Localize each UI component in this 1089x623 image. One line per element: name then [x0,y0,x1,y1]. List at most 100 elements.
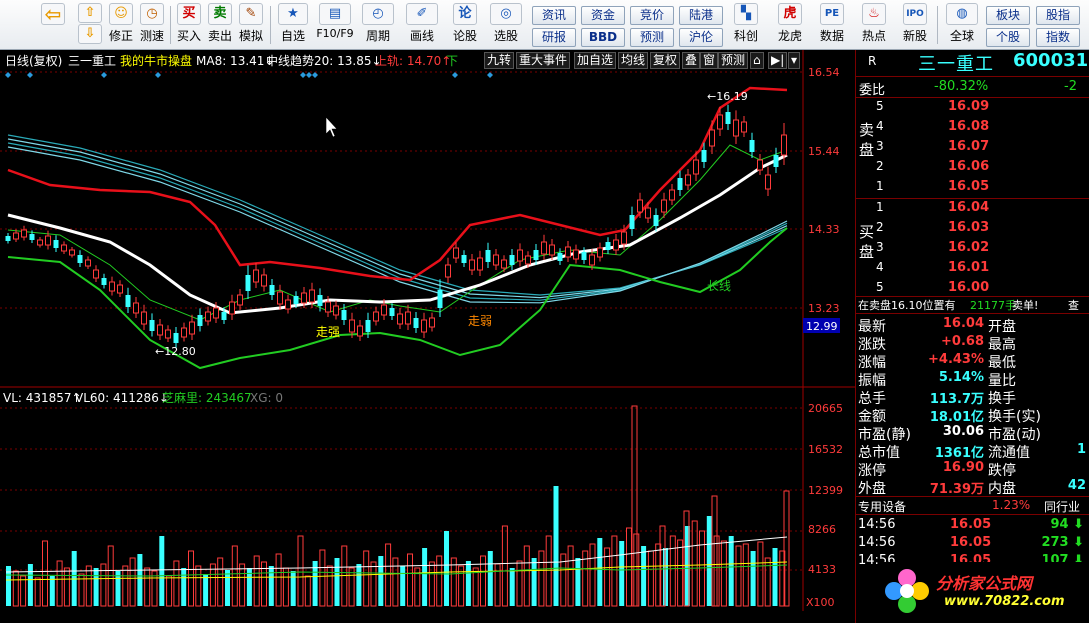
buy-price[interactable]: 16.02 [948,240,989,255]
tab-add-favorite[interactable]: 加自选 [574,52,617,69]
vl60-label: VL60: 411286↓ [75,391,169,405]
discuss-button[interactable]: 论 论股 [450,3,480,48]
news-button[interactable]: 资讯 [532,6,576,25]
favorites-button[interactable]: ★ 自选 [276,3,310,48]
toolbar-divider [170,6,171,44]
research-button[interactable]: 研报 [532,28,576,47]
stat-value: 18.01亿 [929,410,984,425]
hotspot-button[interactable]: ♨ 热点 [859,3,889,48]
play-end-icon[interactable]: ▶| [768,52,788,69]
candle-body-up [237,294,243,306]
tab-adjust[interactable]: 复权 [650,52,681,69]
dragon-tiger-button[interactable]: 虎 龙虎 [775,3,805,48]
index-futures-button[interactable]: 股指 [1036,6,1080,25]
dropdown-icon[interactable]: ▾ [788,52,801,69]
candle-body-up [21,229,27,238]
bbd-button[interactable]: BBD [581,28,625,47]
tab-nine-turn[interactable]: 九转 [484,52,515,69]
volume-bar-down [203,574,209,606]
candle-body-up [261,274,267,287]
volume-bar-up [677,539,684,607]
weibi-value: -80.32% [934,79,989,94]
buy-price[interactable]: 16.03 [948,220,989,235]
volume-bar-down [93,568,99,606]
f10-label: F10/F9 [316,27,354,40]
weibi-extra: -2 [1064,79,1077,94]
candle-body-up [445,264,451,278]
tab-major-events[interactable]: 重大事件 [516,52,571,69]
candle-body-up [85,259,91,267]
back-button[interactable]: ⇦ [38,3,68,48]
buy-price[interactable]: 16.00 [948,280,989,295]
volume-bar-up [195,565,202,607]
volume-bar-up [742,543,749,607]
volume-bar-down [49,576,55,606]
sector-button[interactable]: 板块 [986,6,1030,25]
candle-body-up [453,247,459,259]
quote-stock-code: 600031 [1013,50,1089,71]
buy-price[interactable]: 16.04 [948,200,989,215]
sell-level: 3 [876,139,884,153]
funds-button[interactable]: 资金 [581,6,625,25]
volume-bar-up [188,550,194,607]
candle-body-up [133,302,139,314]
volume-bar-up [428,561,435,607]
candle-body-down [581,252,587,260]
buy-button[interactable]: 买 买入 [174,3,204,48]
shanghai-london-button[interactable]: 沪伦 [679,28,723,47]
stat-label: 涨幅 [858,355,886,371]
candle-body-up [181,327,187,338]
speed-test-button[interactable]: ◷ 测速 [137,3,167,48]
trend-label: 中线趋势20: 13.85↓ [266,53,382,68]
bidding-button[interactable]: 竞价 [630,6,674,25]
up-down-button[interactable]: ⇧ ⇩ [76,3,104,48]
price-tick: 13.23 [808,302,840,315]
f10-button[interactable]: ▤ F10/F9 [316,3,354,48]
kline-chart-panel[interactable]: 日线(复权) 三一重工 我的牛市操盘 MA8: 13.41↓ 中线趋势20: 1… [0,50,855,611]
volume-bar-up [480,555,486,607]
index-button[interactable]: 指数 [1036,28,1080,47]
tab-forecast[interactable]: 预测 [718,52,749,69]
modify-button[interactable]: ☺ 修正 [106,3,136,48]
volume-tick: 16532 [808,443,843,456]
kline-chart[interactable]: 日线(复权) 三一重工 我的牛市操盘 MA8: 13.41↓ 中线趋势20: 1… [0,50,855,611]
tab-moving-average[interactable]: 均线 [618,52,649,69]
draw-line-button[interactable]: ✐ 画线 [404,3,440,48]
tab-overlay[interactable]: 叠 [682,52,701,69]
sell-price[interactable]: 16.09 [948,99,989,114]
industry-tag[interactable]: 同行业 [1044,498,1080,515]
order-notice-button[interactable]: 查 [1068,297,1079,313]
sell-price[interactable]: 16.05 [948,179,989,194]
star-market-button[interactable]: ▚ 科创 [731,3,761,48]
ipo-button[interactable]: IPO 新股 [900,3,930,48]
sell-price[interactable]: 16.08 [948,119,989,134]
current-price-label: 12.99 [806,320,838,333]
stat-label: 涨停 [858,463,886,479]
hk-connect-button[interactable]: 陆港 [679,6,723,25]
tab-window[interactable]: 窗 [700,52,719,69]
order-notice-volume: 21177手 [970,299,1016,312]
sell-price[interactable]: 16.07 [948,139,989,154]
simulate-button[interactable]: ✎ 模拟 [236,3,266,48]
period-button[interactable]: ◴ 周期 [360,3,396,48]
individual-stock-button[interactable]: 个股 [986,28,1030,47]
forecast-button[interactable]: 预测 [630,28,674,47]
sell-button[interactable]: 卖 卖出 [205,3,235,48]
candle-body-up [13,232,19,240]
watermark: 分析家公式网 www.70822.com [878,562,1089,623]
candle-body-up [189,321,195,335]
strong-annotation: 走强 [316,325,340,339]
global-button[interactable]: ◍ 全球 [944,3,980,48]
speed-test-label: 测速 [139,29,164,43]
home-icon[interactable]: ⌂ [750,52,764,69]
buy-price[interactable]: 16.01 [948,260,989,275]
select-stock-button[interactable]: ◎ 选股 [488,3,524,48]
data-button[interactable]: PE 数据 [817,3,847,48]
sell-price[interactable]: 16.06 [948,159,989,174]
volume-bar-up [217,557,224,607]
watermark-url: www.70822.com [944,594,1065,609]
candle-body-up [501,259,507,269]
volume-bar-up [129,557,136,607]
volume-bar-down [27,564,33,606]
candle-body-down [125,295,131,307]
